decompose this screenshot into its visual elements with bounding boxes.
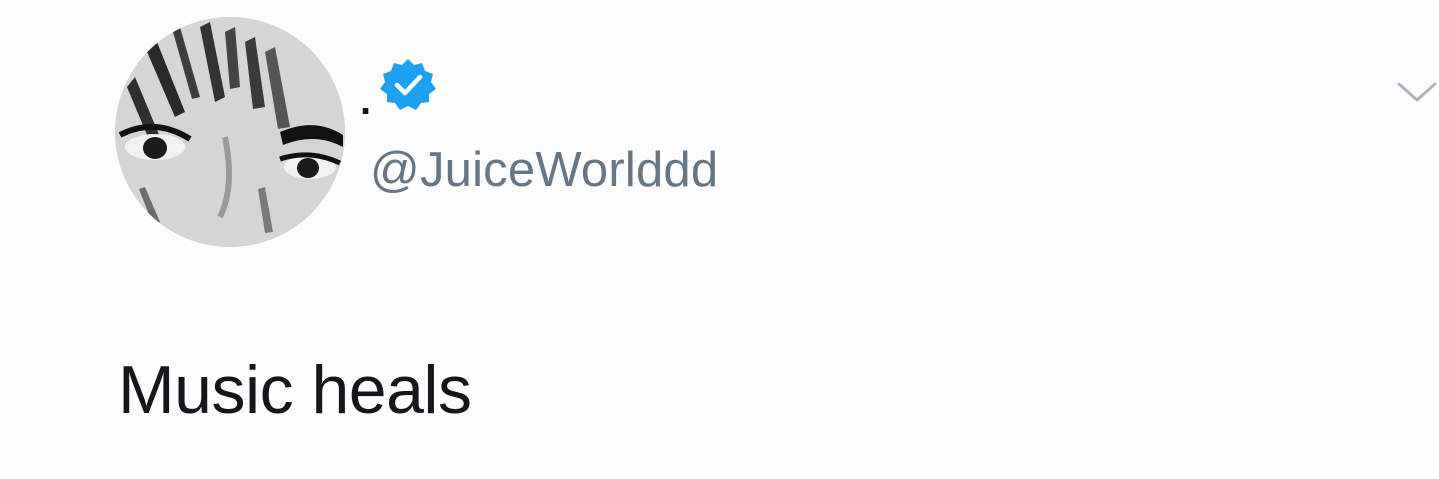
verified-badge-icon: [380, 59, 437, 110]
tweet-text: Music heals: [118, 352, 472, 428]
avatar[interactable]: [115, 17, 345, 247]
chevron-down-icon: [1397, 82, 1437, 102]
display-name[interactable]: .: [360, 81, 371, 121]
tweet-card: . @JuiceWorlddd Music heals: [0, 0, 1439, 479]
tweet-menu-button[interactable]: [1395, 78, 1439, 106]
avatar-image: [115, 17, 345, 247]
user-handle[interactable]: @JuiceWorlddd: [370, 140, 718, 200]
display-name-row: .: [360, 50, 437, 121]
